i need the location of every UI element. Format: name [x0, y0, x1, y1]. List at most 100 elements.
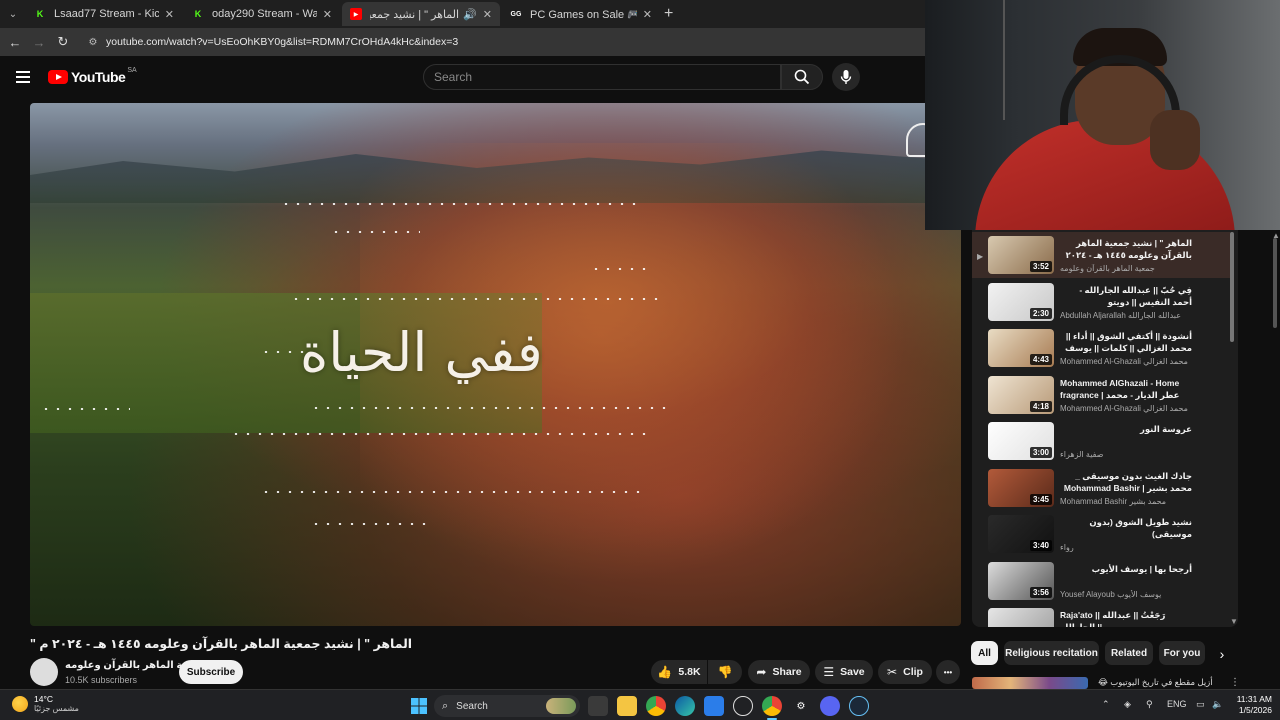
forward-arrow-icon[interactable]: → — [31, 34, 47, 50]
menu-hamburger-icon[interactable] — [16, 71, 30, 83]
channel-avatar[interactable] — [30, 658, 58, 686]
share-button[interactable]: ➦ Share — [748, 660, 810, 684]
video-duration: 3:00 — [1029, 447, 1052, 458]
playlist-item[interactable]: 3:45 جادك الغيث بدون موسيقى _ محمد بشير |… — [972, 465, 1230, 511]
taskbar-search[interactable]: ⌕ Search — [434, 695, 580, 717]
playlist-item-title: أنشودة || أكتفي الشوق || أداء || محمد ال… — [1064, 331, 1192, 353]
system-clock[interactable]: 11:31 AM 1/5/2026 — [1220, 694, 1272, 716]
chip-related[interactable]: Related — [1105, 641, 1153, 665]
close-tab-icon[interactable]: ✕ — [165, 8, 174, 21]
reload-icon[interactable]: ↻ — [55, 34, 71, 50]
playlist-item[interactable]: 3:40 نشيد طويل الشوق (بدون موسيقى) رواء — [972, 511, 1230, 557]
video-frame-particles — [230, 433, 650, 435]
playlist-item[interactable]: 4:43 أنشودة || أكتفي الشوق || أداء || محم… — [972, 325, 1230, 371]
video-duration: 4:18 — [1029, 400, 1052, 412]
tray-bluetooth-icon[interactable]: ⚲ — [1146, 699, 1153, 710]
playlist-thumbnail[interactable]: 2:30 — [988, 282, 1054, 321]
tab-audio-icon[interactable]: 🔊 — [463, 8, 477, 21]
playlist-item[interactable]: 4:18 Mohammed AlGhazali - Home fragrance … — [972, 372, 1230, 418]
playlist-thumbnail[interactable]: 3:00 — [988, 422, 1054, 460]
like-button[interactable]: 👍 5.8K — [651, 660, 707, 684]
playlist-thumbnail[interactable]: 3:52 — [988, 236, 1054, 274]
playlist-item-title: Raja'ato || رَجَعْتُ || عبدالله الجارالل… — [1060, 610, 1166, 627]
playlist-thumbnail[interactable]: 4:18 — [988, 375, 1054, 414]
more-actions-button[interactable]: ••• — [936, 660, 960, 684]
close-tab-icon[interactable]: ✕ — [643, 8, 652, 21]
video-frame-particles — [310, 407, 670, 409]
app-icon[interactable] — [733, 696, 753, 716]
page-scrollbar[interactable] — [1273, 238, 1277, 328]
chrome-icon[interactable] — [646, 696, 666, 716]
weather-widget[interactable]: 14°C مشمس جزئيًا — [12, 694, 79, 714]
search-input[interactable]: Search — [423, 64, 781, 90]
chip-all[interactable]: All — [971, 641, 998, 665]
browser-tab-3-active[interactable]: ▶ الماهر " | نشيد جمعية الماهر 🔊 ✕ — [342, 2, 500, 26]
browser-tab-2[interactable]: K oday290 Stream - Watch Live on Kick ✕ — [184, 2, 340, 26]
tray-chevron-up-icon[interactable]: ⌃ — [1102, 699, 1110, 710]
voice-search-button[interactable] — [832, 63, 860, 91]
thumbs-up-icon: 👍 — [657, 665, 673, 679]
playlist-thumbnail[interactable]: 4:43 — [988, 329, 1054, 367]
playlist-item[interactable]: 3:00 عروسة النور صفية الزهراء — [972, 418, 1230, 464]
playlist-item[interactable]: Raja'ato || رَجَعْتُ || عبدالله الجارالل… — [972, 604, 1230, 627]
windows-start-icon[interactable] — [409, 696, 429, 716]
address-bar[interactable]: ⚙ youtube.com/watch?v=UsEoOhKBY0g&list=R… — [80, 31, 925, 53]
save-button[interactable]: ☰ Save — [815, 660, 873, 684]
dislike-button[interactable]: 👎 — [708, 660, 742, 684]
playlist-scrollbar[interactable] — [1230, 232, 1234, 342]
more-vert-icon[interactable]: ⋮ — [1230, 677, 1240, 688]
chevron-right-icon[interactable]: › — [1210, 643, 1234, 665]
scroll-down-arrow-icon[interactable]: ▼ — [1230, 617, 1238, 626]
clock-date: 1/5/2026 — [1238, 705, 1272, 715]
close-tab-icon[interactable]: ✕ — [483, 8, 492, 21]
subscribe-button[interactable]: Subscribe — [179, 660, 243, 684]
save-label: Save — [840, 666, 865, 678]
playlist-item-channel: جمعية الماهر بالقرآن وعلومه — [1060, 264, 1155, 273]
video-duration: 2:30 — [1029, 307, 1052, 319]
temperature: 14°C — [34, 694, 53, 704]
video-frame-particles — [280, 203, 640, 205]
microsoft-store-icon[interactable] — [704, 696, 724, 716]
edge-icon[interactable] — [675, 696, 695, 716]
tray-network-icon[interactable]: ◈ — [1124, 699, 1131, 710]
playlist-thumbnail[interactable] — [988, 608, 1054, 627]
chip-for-you[interactable]: For you — [1159, 641, 1205, 665]
playlist-item[interactable]: 3:56 أرجحا بها | يوسف الأيوب Yousef Alayou… — [972, 558, 1230, 604]
back-arrow-icon[interactable]: ← — [7, 34, 23, 50]
related-video-thumbnail[interactable] — [972, 677, 1088, 689]
discord-icon[interactable] — [820, 696, 840, 716]
playlist-item[interactable]: 2:30 فِي حُبّ || عبدالله الجارالله - أحمد… — [972, 279, 1230, 325]
playlist-item-channel: Mohammed Al-Ghazali محمد الغزالي — [1060, 403, 1188, 413]
playlist-thumbnail[interactable]: 3:45 — [988, 468, 1054, 507]
chip-religious-recitation[interactable]: Religious recitation — [1004, 641, 1099, 665]
new-tab-plus-icon[interactable]: + — [664, 5, 673, 23]
tray-monitor-icon[interactable]: ▭ — [1196, 699, 1205, 710]
video-frame-particles — [330, 231, 420, 233]
youtube-logo[interactable]: YouTube SA — [48, 67, 137, 85]
browser-tab-4[interactable]: GG PC Games on Sale 🎮 PC Games ✕ — [502, 2, 660, 26]
steam-icon[interactable] — [849, 696, 869, 716]
playlist-thumbnail[interactable]: 3:40 — [988, 515, 1054, 553]
tab-search-chevron-icon[interactable]: ⌄ — [4, 5, 22, 23]
file-explorer-icon[interactable] — [617, 696, 637, 716]
video-player[interactable]: ففي الحياة — [30, 103, 961, 626]
video-duration: 4:43 — [1029, 354, 1052, 365]
clip-button[interactable]: ✂ Clip — [878, 660, 932, 684]
settings-gear-icon[interactable]: ⚙ — [791, 696, 811, 716]
browser-tab-1[interactable]: K Lsaad77 Stream - Kick Dashboard ✕ — [26, 2, 182, 26]
site-info-icon[interactable]: ⚙ — [86, 35, 100, 49]
task-view-icon[interactable] — [588, 696, 608, 716]
chrome-active-icon[interactable] — [762, 696, 782, 716]
playlist-item-channel: Mohammad Bashir محمد بشير — [1060, 496, 1167, 506]
language-indicator[interactable]: ENG — [1167, 699, 1187, 709]
playlist-item[interactable]: ▶ 3:52 الماهر " | نشيد جمعية الماهر بالقرآ… — [972, 232, 1230, 278]
playlist-thumbnail[interactable]: 3:56 — [988, 561, 1054, 600]
close-tab-icon[interactable]: ✕ — [323, 8, 332, 21]
related-video-title[interactable]: أزيل مقطع في تاريخ اليوتيوب 😂 — [1098, 677, 1213, 688]
kick-favicon-icon: K — [194, 9, 202, 19]
search-placeholder: Search — [434, 70, 473, 84]
search-button[interactable] — [781, 64, 823, 90]
kick-favicon-icon: K — [36, 9, 44, 19]
search-highlight-icon — [546, 698, 576, 714]
playlist-item-title: أرجحا بها | يوسف الأيوب — [1091, 563, 1192, 574]
